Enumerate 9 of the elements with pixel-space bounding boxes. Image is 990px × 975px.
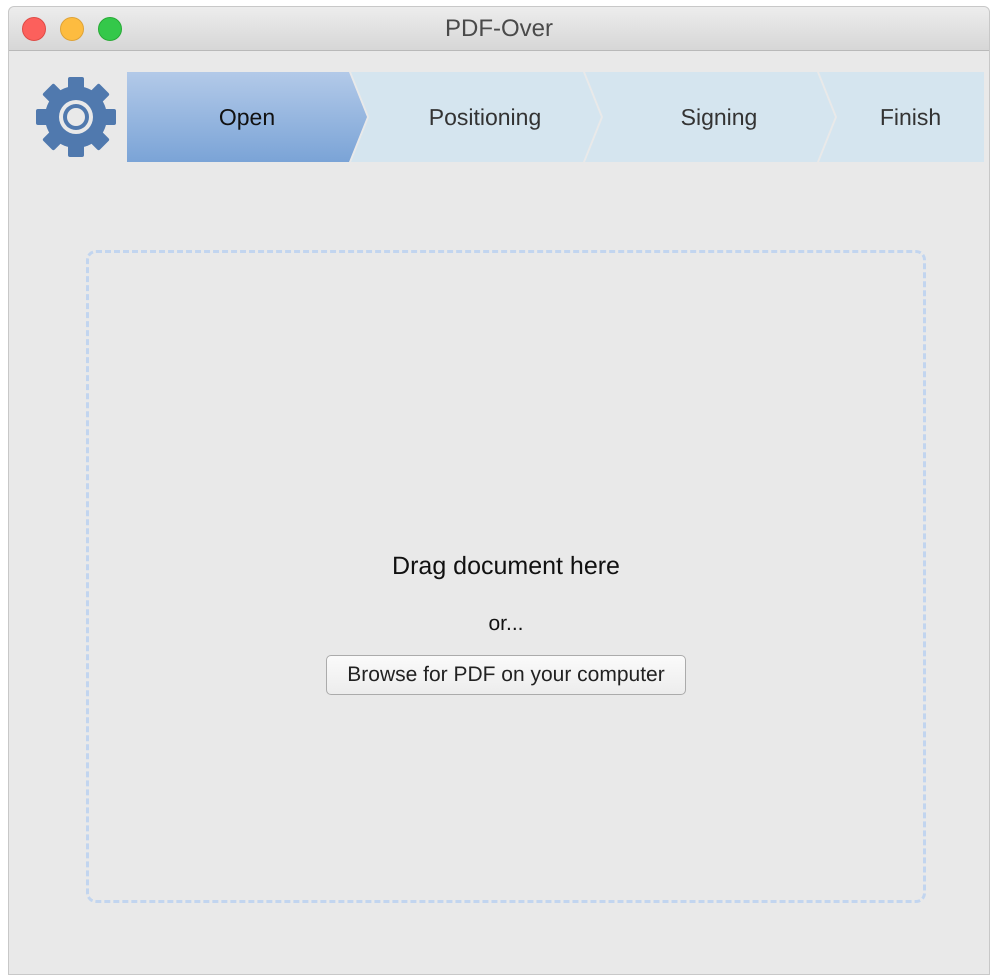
close-button[interactable] <box>22 16 46 40</box>
window-title: PDF-Over <box>445 14 553 44</box>
browse-button[interactable]: Browse for PDF on your computer <box>326 655 686 695</box>
or-text: or... <box>488 610 524 636</box>
drop-heading: Drag document here <box>392 551 620 582</box>
zoom-button[interactable] <box>98 16 122 40</box>
drop-zone[interactable]: Drag document here or... Browse for PDF on your computer <box>86 250 926 903</box>
minimize-button[interactable] <box>60 16 84 40</box>
settings-icon[interactable] <box>35 76 117 158</box>
